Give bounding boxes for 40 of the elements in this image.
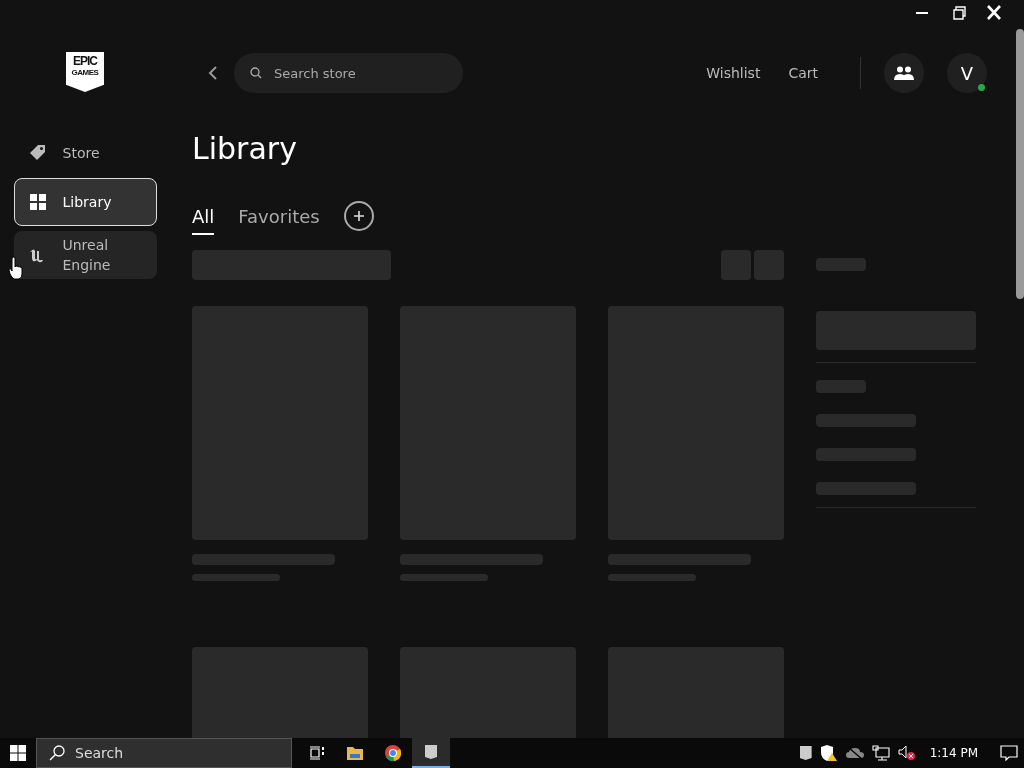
- back-icon[interactable]: [208, 66, 218, 80]
- friends-button[interactable]: [884, 53, 924, 93]
- people-icon: [894, 66, 914, 80]
- app-icon[interactable]: [425, 745, 437, 759]
- page-title: Library: [192, 130, 298, 168]
- tag-icon: [28, 144, 47, 162]
- windows-start-icon[interactable]: [10, 745, 26, 761]
- hand-cursor-icon: [8, 256, 24, 282]
- cloud-off-icon[interactable]: [845, 746, 864, 760]
- folder-icon[interactable]: [347, 746, 363, 760]
- loading-placeholder: [721, 250, 751, 280]
- plus-icon: [353, 211, 364, 221]
- unreal-icon: [29, 247, 46, 263]
- taskbar-search-field[interactable]: Search: [36, 738, 292, 768]
- muted-speaker-icon[interactable]: [897, 745, 916, 761]
- sidebar-item[interactable]: Library: [13, 178, 157, 226]
- logo[interactable]: EPIC GAMES: [66, 52, 104, 92]
- nav-link[interactable]: Wishlist: [706, 65, 761, 81]
- sidebar-item[interactable]: Store: [13, 133, 157, 173]
- network-icon[interactable]: [871, 745, 890, 761]
- search-icon: [250, 67, 262, 79]
- shield-warning-icon[interactable]: [819, 745, 838, 761]
- clock[interactable]: 1:14 PM: [929, 746, 978, 760]
- nav-link[interactable]: Cart: [788, 65, 818, 81]
- tab[interactable]: Favorites: [238, 205, 320, 235]
- app-icon[interactable]: [799, 746, 812, 760]
- loading-placeholder: [816, 380, 866, 393]
- grid-icon: [29, 194, 46, 210]
- tab[interactable]: All: [192, 205, 215, 235]
- search-icon: [49, 745, 65, 761]
- scrollbar-thumb[interactable]: [1016, 29, 1024, 299]
- sidebar-item[interactable]: Unreal Engine: [13, 231, 157, 279]
- loading-placeholder: [754, 250, 784, 280]
- loading-placeholder: [816, 258, 866, 271]
- notification-icon[interactable]: [1000, 745, 1018, 761]
- browser-icon[interactable]: [385, 745, 401, 761]
- avatar-button[interactable]: V: [947, 53, 987, 93]
- task-view-icon[interactable]: [309, 746, 325, 760]
- add-button[interactable]: [343, 201, 374, 231]
- search-field[interactable]: Search store: [234, 53, 463, 93]
